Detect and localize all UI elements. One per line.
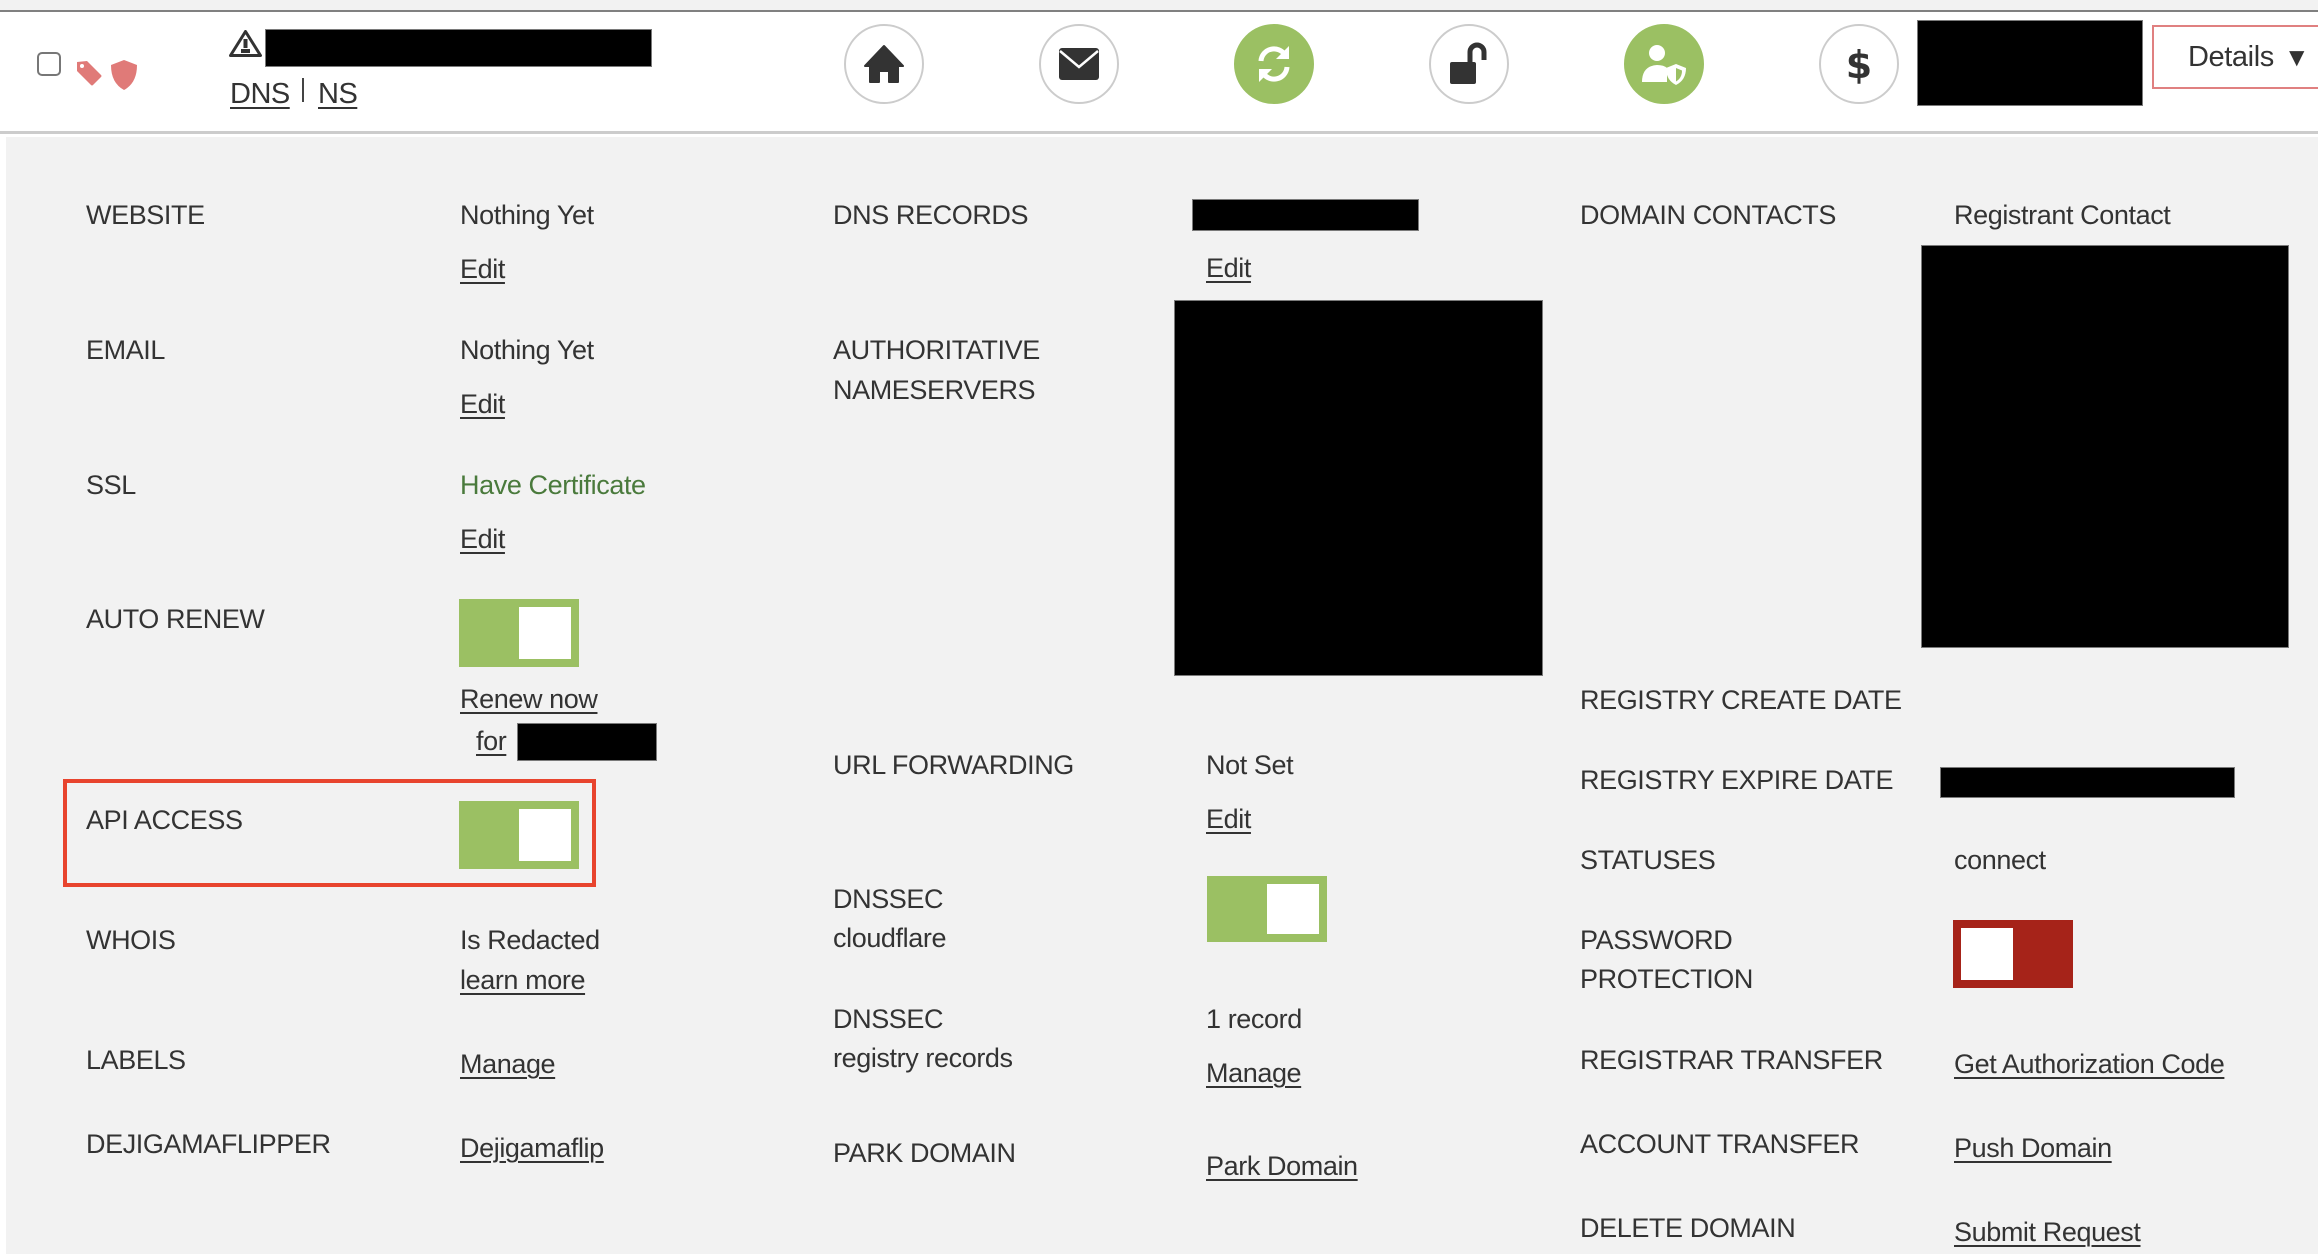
top-strip xyxy=(0,0,2318,12)
dns-records-label: DNS RECORDS xyxy=(833,200,1029,230)
park-domain-link[interactable]: Park Domain xyxy=(1206,1150,1358,1182)
domain-name-redacted xyxy=(265,29,652,67)
auto-renew-label: AUTO RENEW xyxy=(86,604,265,634)
nameservers-redacted xyxy=(1174,300,1543,676)
account-transfer-label: ACCOUNT TRANSFER xyxy=(1580,1129,1860,1159)
mail-icon xyxy=(1059,48,1099,80)
delete-domain-label: DELETE DOMAIN xyxy=(1580,1213,1796,1243)
expire-date-redacted xyxy=(1940,767,2235,798)
ssl-label: SSL xyxy=(86,470,136,500)
url-forwarding-label: URL FORWARDING xyxy=(833,750,1074,780)
dnssec-cloudflare-label-line2: cloudflare xyxy=(833,923,947,953)
registrant-contact-redacted xyxy=(1921,245,2289,648)
warning-icon xyxy=(229,30,262,57)
dns-records-edit-link[interactable]: Edit xyxy=(1206,252,1251,284)
password-protection-toggle[interactable] xyxy=(1953,920,2073,988)
user-shield-icon xyxy=(1642,45,1686,85)
registry-create-date-label: REGISTRY CREATE DATE xyxy=(1580,685,1902,715)
password-protection-label-line1: PASSWORD xyxy=(1580,925,1733,955)
email-edit-link[interactable]: Edit xyxy=(460,388,505,420)
password-protection-label-line2: PROTECTION xyxy=(1580,964,1754,994)
website-label: WEBSITE xyxy=(86,200,205,230)
ssl-edit-link[interactable]: Edit xyxy=(460,523,505,555)
registrar-transfer-label: REGISTRAR TRANSFER xyxy=(1580,1045,1883,1075)
unlock-icon xyxy=(1450,42,1487,84)
status-value: connect xyxy=(1954,845,2046,875)
url-forwarding-value: Not Set xyxy=(1206,750,1294,780)
nameservers-label-line1: AUTHORITATIVE xyxy=(833,335,1040,365)
website-edit-link[interactable]: Edit xyxy=(460,253,505,285)
home-button[interactable] xyxy=(844,24,924,104)
shield-icon[interactable] xyxy=(110,59,138,91)
ns-link[interactable]: NS xyxy=(318,78,358,110)
get-authorization-code-link[interactable]: Get Authorization Code xyxy=(1954,1048,2225,1080)
whois-value: Is Redacted xyxy=(460,925,600,955)
domain-contacts-label: DOMAIN CONTACTS xyxy=(1580,200,1836,230)
privacy-button[interactable] xyxy=(1624,24,1704,104)
toggle-knob xyxy=(519,607,571,659)
details-label: Details xyxy=(2188,41,2274,73)
auto-renew-toggle[interactable] xyxy=(459,599,579,667)
dnssec-registry-label-line1: DNSSEC xyxy=(833,1004,944,1034)
price-redacted xyxy=(1917,20,2143,106)
url-forwarding-edit-link[interactable]: Edit xyxy=(1206,803,1251,835)
toggle-knob xyxy=(1961,928,2013,980)
dnssec-record-count: 1 record xyxy=(1206,1004,1302,1034)
svg-text:$: $ xyxy=(1846,43,1872,86)
email-value: Nothing Yet xyxy=(460,335,594,365)
dnssec-cloudflare-label-line1: DNSSEC xyxy=(833,884,944,914)
dnssec-cloudflare-toggle[interactable] xyxy=(1207,876,1327,942)
registry-expire-date-label: REGISTRY EXPIRE DATE xyxy=(1580,765,1894,795)
dollar-icon: $ xyxy=(1846,43,1872,86)
registrant-contact-label: Registrant Contact xyxy=(1954,200,2171,230)
labels-label: LABELS xyxy=(86,1045,186,1075)
renew-now-link[interactable]: Renew now xyxy=(460,683,598,715)
link-separator xyxy=(302,78,304,102)
push-domain-link[interactable]: Push Domain xyxy=(1954,1132,2112,1164)
statuses-label: STATUSES xyxy=(1580,845,1716,875)
submit-request-link[interactable]: Submit Request xyxy=(1954,1216,2141,1248)
email-button[interactable] xyxy=(1039,24,1119,104)
api-access-toggle[interactable] xyxy=(459,801,579,869)
website-value: Nothing Yet xyxy=(460,200,594,230)
renew-for-link[interactable]: for xyxy=(476,725,507,757)
caret-down-icon: ▼ xyxy=(2283,42,2310,72)
toggle-knob xyxy=(519,809,571,861)
toggle-knob xyxy=(1267,884,1319,934)
dns-link[interactable]: DNS xyxy=(230,78,290,110)
labels-manage-link[interactable]: Manage xyxy=(460,1048,556,1080)
dejigamaflip-link[interactable]: Dejigamaflip xyxy=(460,1132,604,1164)
home-icon xyxy=(864,45,904,83)
park-domain-label: PARK DOMAIN xyxy=(833,1138,1016,1168)
dejigamaflipper-label: DEJIGAMAFLIPPER xyxy=(86,1129,331,1159)
ssl-status: Have Certificate xyxy=(460,470,646,500)
sync-icon xyxy=(1258,46,1290,82)
email-label: EMAIL xyxy=(86,335,166,365)
details-dropdown-button[interactable]: Details ▼ xyxy=(2152,25,2318,89)
whois-label: WHOIS xyxy=(86,925,176,955)
tag-icon[interactable] xyxy=(74,58,104,88)
nameservers-label-line2: NAMESERVERS xyxy=(833,375,1036,405)
whois-learn-more-link[interactable]: learn more xyxy=(460,964,585,996)
dns-records-redacted xyxy=(1192,199,1419,231)
select-domain-checkbox[interactable] xyxy=(37,52,61,76)
dnssec-registry-label-line2: registry records xyxy=(833,1043,1013,1073)
auto-renew-button[interactable] xyxy=(1234,24,1314,104)
dnssec-manage-link[interactable]: Manage xyxy=(1206,1057,1302,1089)
pricing-button[interactable]: $ xyxy=(1819,24,1899,104)
lock-button[interactable] xyxy=(1429,24,1509,104)
renew-price-redacted xyxy=(517,723,657,761)
api-access-label: API ACCESS xyxy=(86,805,243,835)
